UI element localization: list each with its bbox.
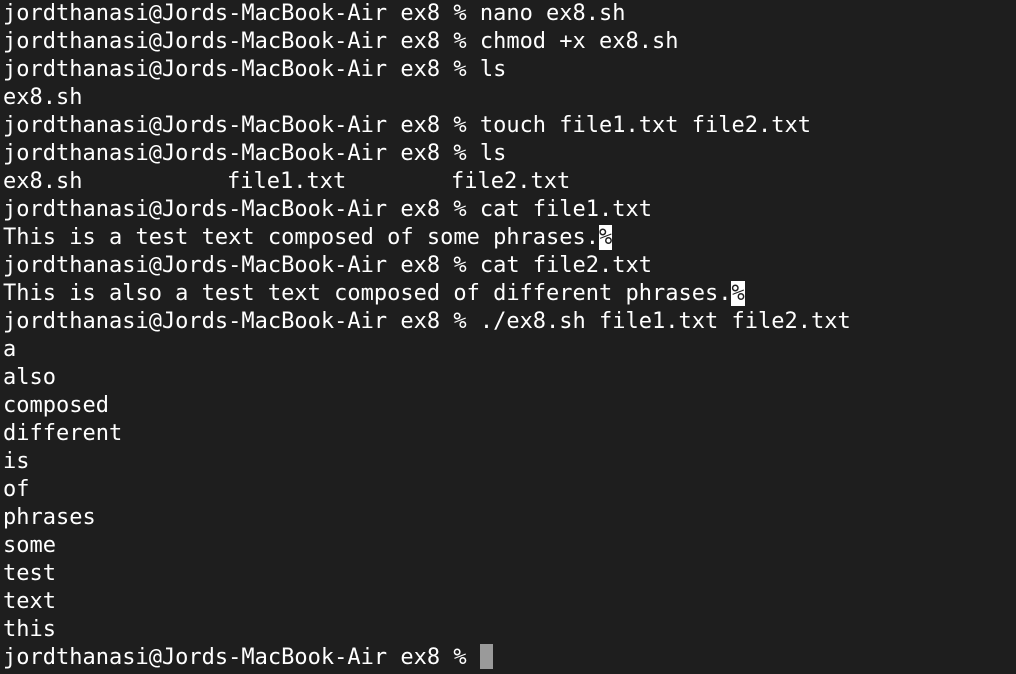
terminal-line: jordthanasi@Jords-MacBook-Air ex8 % chmo… [3,28,1016,56]
shell-prompt: jordthanasi@Jords-MacBook-Air ex8 % [3,57,480,82]
output-word: is [3,449,30,474]
terminal-line: jordthanasi@Jords-MacBook-Air ex8 % ls [3,56,1016,84]
shell-prompt: jordthanasi@Jords-MacBook-Air ex8 % [3,1,480,26]
command-text: ls [479,141,507,166]
output-word: some [3,533,56,558]
terminal-line: jordthanasi@Jords-MacBook-Air ex8 % nano… [3,0,1016,28]
shell-prompt: jordthanasi@Jords-MacBook-Air ex8 % [3,141,480,166]
no-newline-marker: % [599,225,613,250]
command-text: chmod +x ex8.sh [479,29,679,54]
file-entry: file1.txt [227,169,347,194]
output-word: this [3,617,56,642]
file-entry: ex8.sh [3,169,83,194]
output-word: test [3,561,56,586]
command-output: This is a test text composed of some phr… [3,224,1016,252]
shell-prompt: jordthanasi@Jords-MacBook-Air ex8 % [3,113,480,138]
terminal-line: jordthanasi@Jords-MacBook-Air ex8 % cat … [3,196,1016,224]
output-word: phrases [3,505,96,530]
no-newline-marker: % [731,281,745,306]
command-text: touch file1.txt file2.txt [479,113,811,138]
active-prompt-line[interactable]: jordthanasi@Jords-MacBook-Air ex8 % [3,644,1016,672]
file-entry: file2.txt [451,169,571,194]
command-text: ./ex8.sh file1.txt file2.txt [479,309,851,334]
shell-prompt: jordthanasi@Jords-MacBook-Air ex8 % [3,309,480,334]
output-word: composed [3,393,109,418]
command-output: ex8.sh [3,85,83,110]
output-word: different [3,421,123,446]
command-text: cat file1.txt [479,197,653,222]
text-cursor[interactable] [479,644,493,669]
output-word: text [3,589,56,614]
ls-output: ex8.sh file1.txt file2.txt [3,168,1016,196]
shell-prompt: jordthanasi@Jords-MacBook-Air ex8 % [3,197,480,222]
command-text: ls [479,57,507,82]
command-text: nano ex8.sh [479,1,626,26]
terminal-line: jordthanasi@Jords-MacBook-Air ex8 % touc… [3,112,1016,140]
output-word: a [3,337,17,362]
command-output: This is also a test text composed of dif… [3,280,1016,308]
file-contents: This is a test text composed of some phr… [3,225,600,250]
shell-prompt: jordthanasi@Jords-MacBook-Air ex8 % [3,253,480,278]
output-word: also [3,365,56,390]
terminal-window[interactable]: jordthanasi@Jords-MacBook-Air ex8 % nano… [0,0,1016,674]
terminal-line: jordthanasi@Jords-MacBook-Air ex8 % ./ex… [3,308,1016,336]
file-contents: This is also a test text composed of dif… [3,281,732,306]
shell-prompt: jordthanasi@Jords-MacBook-Air ex8 % [3,645,480,670]
terminal-line: jordthanasi@Jords-MacBook-Air ex8 % cat … [3,252,1016,280]
terminal-line: jordthanasi@Jords-MacBook-Air ex8 % ls [3,140,1016,168]
command-text: cat file2.txt [479,253,653,278]
output-word: of [3,477,30,502]
shell-prompt: jordthanasi@Jords-MacBook-Air ex8 % [3,29,480,54]
